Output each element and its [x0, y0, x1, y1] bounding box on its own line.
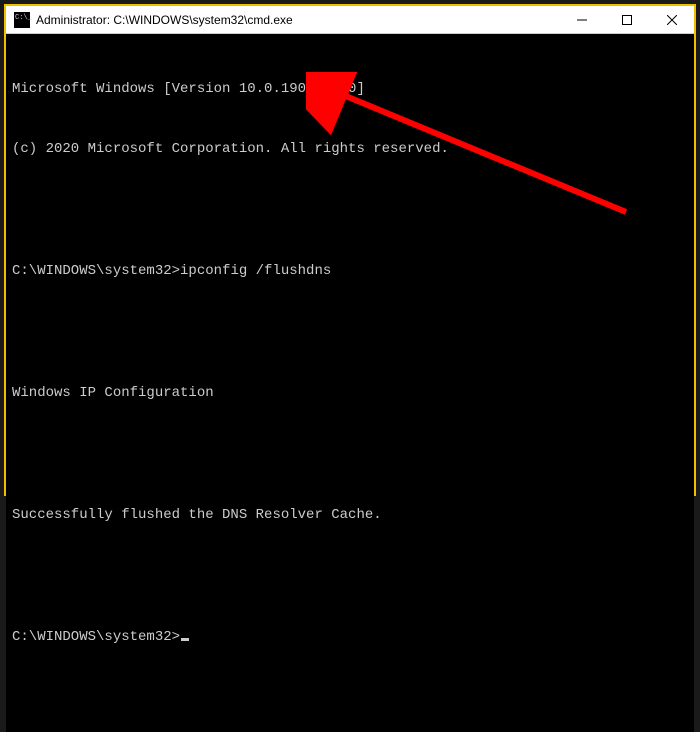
close-button[interactable] — [649, 6, 694, 33]
typed-command: ipconfig /flushdns — [180, 263, 331, 279]
cursor — [181, 638, 189, 641]
minimize-button[interactable] — [559, 6, 604, 33]
command-line-2: C:\WINDOWS\system32> — [12, 627, 688, 647]
maximize-button[interactable] — [604, 6, 649, 33]
window-controls — [559, 6, 694, 33]
blank-line — [12, 566, 688, 586]
blank-line — [12, 200, 688, 220]
prompt-prefix: C:\WINDOWS\system32> — [12, 629, 180, 645]
terminal-output[interactable]: Microsoft Windows [Version 10.0.19042.87… — [6, 34, 694, 732]
copyright-line: (c) 2020 Microsoft Corporation. All righ… — [12, 139, 688, 159]
window-title: Administrator: C:\WINDOWS\system32\cmd.e… — [36, 13, 559, 27]
maximize-icon — [622, 15, 632, 25]
cmd-icon — [14, 12, 30, 28]
output-result: Successfully flushed the DNS Resolver Ca… — [12, 505, 688, 525]
blank-line — [12, 444, 688, 464]
version-line: Microsoft Windows [Version 10.0.19042.87… — [12, 79, 688, 99]
minimize-icon — [577, 15, 587, 25]
cmd-window: Administrator: C:\WINDOWS\system32\cmd.e… — [4, 4, 696, 496]
output-header: Windows IP Configuration — [12, 383, 688, 403]
blank-line — [12, 322, 688, 342]
prompt-prefix: C:\WINDOWS\system32> — [12, 263, 180, 279]
command-line-1: C:\WINDOWS\system32>ipconfig /flushdns — [12, 261, 688, 281]
titlebar[interactable]: Administrator: C:\WINDOWS\system32\cmd.e… — [6, 6, 694, 34]
close-icon — [667, 15, 677, 25]
